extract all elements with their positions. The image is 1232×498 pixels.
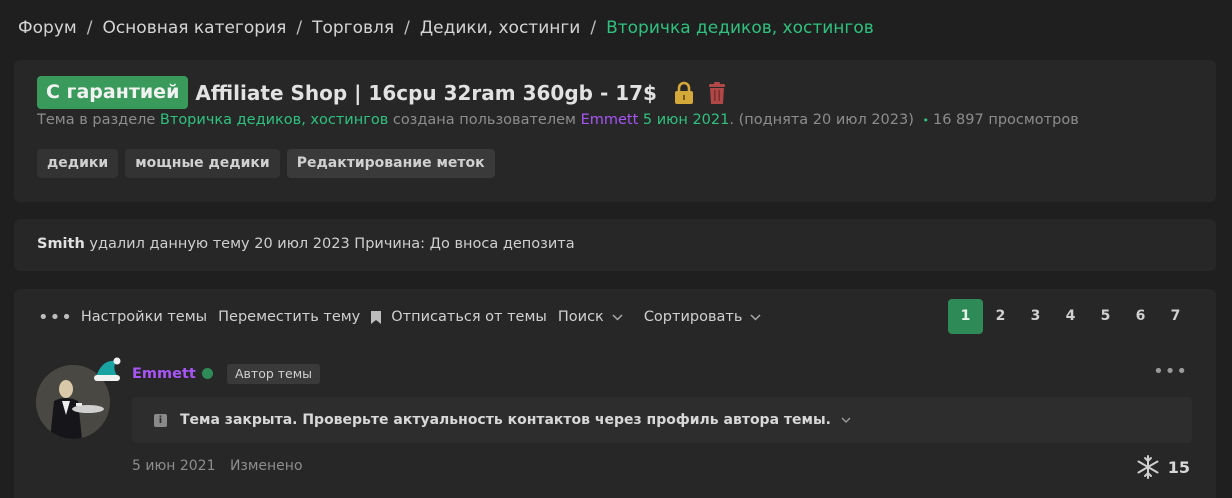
breadcrumb-separator: / bbox=[404, 18, 410, 38]
chevron-down-icon bbox=[750, 311, 761, 324]
deleted-reason: удалил данную тему 20 июл 2023 Причина: … bbox=[89, 236, 575, 252]
breadcrumb-separator: / bbox=[296, 18, 303, 38]
trash-icon[interactable] bbox=[707, 81, 727, 105]
move-thread-button[interactable]: Переместить тему bbox=[218, 309, 360, 325]
meta-bumped: . (поднята 20 июл 2023) bbox=[729, 112, 914, 128]
thread-toolbar: ••• Настройки темы Переместить тему Отпи… bbox=[38, 306, 772, 328]
tag-list: дедики мощные дедики Редактирование мето… bbox=[37, 149, 495, 178]
breadcrumb-trading[interactable]: Торговля bbox=[312, 18, 394, 38]
reaction-summary[interactable]: 15 bbox=[1136, 455, 1190, 479]
search-dropdown[interactable]: Поиск bbox=[558, 309, 623, 325]
chevron-down-icon bbox=[841, 415, 851, 426]
thread-title: Affiliate Shop | 16cpu 32ram 360gb - 17$ bbox=[195, 80, 657, 105]
closed-thread-notice-text: Тема закрыта. Проверьте актуальность кон… bbox=[180, 412, 831, 428]
thread-prefix-badge[interactable]: С гарантией bbox=[37, 76, 189, 109]
breadcrumb-separator: / bbox=[86, 18, 93, 38]
thread-title-row: С гарантией Affiliate Shop | 16cpu 32ram… bbox=[37, 76, 727, 109]
breadcrumb-current-section[interactable]: Вторичка дедиков, хостингов bbox=[606, 18, 874, 38]
meta-section-link[interactable]: Вторичка дедиков, хостингов bbox=[160, 112, 388, 128]
search-label: Поиск bbox=[557, 309, 604, 325]
page-button-2[interactable]: 2 bbox=[983, 299, 1018, 334]
meta-dot-separator: • bbox=[922, 114, 930, 127]
info-icon: i bbox=[154, 413, 167, 427]
thread-header: С гарантией Affiliate Shop | 16cpu 32ram… bbox=[14, 60, 1216, 202]
post-edited-label: Изменено bbox=[229, 458, 303, 474]
santa-hat-icon bbox=[92, 357, 122, 385]
deleted-notice: Smith удалил данную тему 20 июл 2023 При… bbox=[14, 219, 1216, 271]
deleted-notice-text: Smith удалил данную тему 20 июл 2023 При… bbox=[37, 236, 575, 252]
page-button-7[interactable]: 7 bbox=[1158, 299, 1193, 334]
reaction-count: 15 bbox=[1167, 457, 1190, 477]
meta-created-by: создана пользователем bbox=[392, 112, 576, 128]
bookmark-icon bbox=[371, 310, 382, 324]
breadcrumb-dedicated-hosting[interactable]: Дедики, хостинги bbox=[420, 18, 581, 38]
sort-label: Сортировать bbox=[643, 309, 743, 325]
unsubscribe-label: Отписаться от темы bbox=[391, 309, 547, 325]
author-badge: Автор темы bbox=[227, 364, 321, 384]
thread-meta: Тема в разделе Вторичка дедиков, хостинг… bbox=[37, 112, 1079, 128]
post-date[interactable]: 5 июн 2021 bbox=[132, 458, 215, 474]
edit-tags-button[interactable]: Редактирование меток bbox=[286, 149, 495, 178]
more-options-icon[interactable]: ••• bbox=[1153, 361, 1188, 382]
breadcrumb-forum[interactable]: Форум bbox=[18, 18, 77, 38]
closed-thread-notice[interactable]: i Тема закрыта. Проверьте актуальность к… bbox=[132, 397, 1192, 443]
tag-item[interactable]: дедики bbox=[37, 149, 119, 178]
pagination: 1 2 3 4 5 6 7 bbox=[948, 299, 1193, 334]
post-date-row: 5 июн 2021 Изменено bbox=[132, 458, 303, 474]
thread-body: ••• Настройки темы Переместить тему Отпи… bbox=[14, 289, 1216, 498]
page-button-6[interactable]: 6 bbox=[1123, 299, 1158, 334]
thread-settings-button[interactable]: ••• Настройки темы bbox=[38, 307, 207, 328]
unsubscribe-button[interactable]: Отписаться от темы bbox=[371, 309, 547, 325]
page-button-3[interactable]: 3 bbox=[1018, 299, 1053, 334]
meta-date[interactable]: 5 июн 2021 bbox=[643, 112, 729, 128]
page-button-5[interactable]: 5 bbox=[1088, 299, 1123, 334]
snowflake-icon bbox=[1136, 455, 1160, 479]
page-button-4[interactable]: 4 bbox=[1053, 299, 1088, 334]
breadcrumb-separator: / bbox=[590, 18, 597, 38]
page-button-1[interactable]: 1 bbox=[948, 299, 983, 334]
tag-item[interactable]: мощные дедики bbox=[125, 149, 280, 178]
online-status-dot bbox=[202, 368, 213, 379]
meta-prefix: Тема в разделе bbox=[37, 112, 156, 128]
ellipsis-icon: ••• bbox=[38, 306, 73, 328]
sort-dropdown[interactable]: Сортировать bbox=[644, 309, 762, 325]
breadcrumb: Форум / Основная категория / Торговля / … bbox=[18, 16, 874, 40]
chevron-down-icon bbox=[612, 311, 623, 324]
post: Emmett Автор темы ••• i Тема закрыта. Пр… bbox=[14, 357, 1216, 487]
post-username[interactable]: Emmett bbox=[132, 366, 196, 382]
meta-views: 16 897 просмотров bbox=[933, 112, 1079, 128]
deleted-by-user[interactable]: Smith bbox=[37, 236, 85, 252]
breadcrumb-main-category[interactable]: Основная категория bbox=[102, 18, 286, 38]
lock-icon bbox=[673, 81, 695, 105]
move-thread-label: Переместить тему bbox=[218, 309, 361, 325]
thread-settings-label: Настройки темы bbox=[80, 309, 208, 325]
meta-author-link[interactable]: Emmett bbox=[581, 112, 639, 128]
